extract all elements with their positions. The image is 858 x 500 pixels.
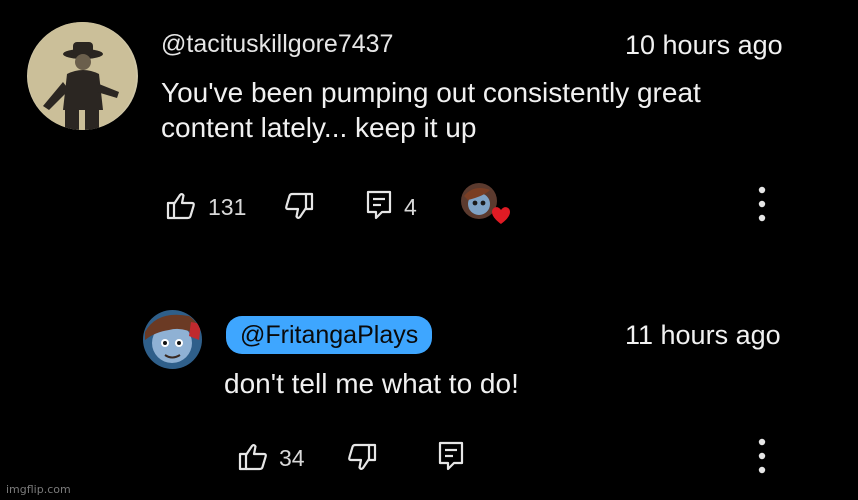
watermark: imgflip.com <box>6 483 71 496</box>
comment-icon[interactable] <box>438 441 464 471</box>
reply-text: don't tell me what to do! <box>224 368 519 399</box>
thumbs-up-icon[interactable] <box>166 192 196 220</box>
thumbs-down-icon[interactable] <box>284 192 314 220</box>
reply-timestamp[interactable]: 11 hours ago <box>625 320 781 351</box>
commenter-handle[interactable]: @tacituskillgore7437 <box>161 30 393 59</box>
reply-author-handle[interactable]: @FritangaPlays <box>226 316 433 354</box>
thumbs-up-icon[interactable] <box>238 443 268 471</box>
commenter-avatar[interactable] <box>27 22 138 130</box>
comment-timestamp[interactable]: 10 hours ago <box>625 30 783 61</box>
more-vert-icon[interactable] <box>758 186 766 222</box>
more-vert-icon[interactable] <box>758 438 766 474</box>
thumbs-down-icon[interactable] <box>347 443 377 471</box>
like-count: 131 <box>208 194 247 220</box>
comment-icon[interactable] <box>366 190 392 220</box>
comment-thread: @tacituskillgore7437 10 hours ago You've… <box>0 0 858 500</box>
comment-text: You've been pumping out consistently gre… <box>161 77 701 143</box>
like-count: 34 <box>279 445 305 471</box>
creator-heart-icon <box>460 182 512 228</box>
reply-count[interactable]: 4 <box>404 194 417 221</box>
reply-author-avatar[interactable] <box>143 310 202 369</box>
